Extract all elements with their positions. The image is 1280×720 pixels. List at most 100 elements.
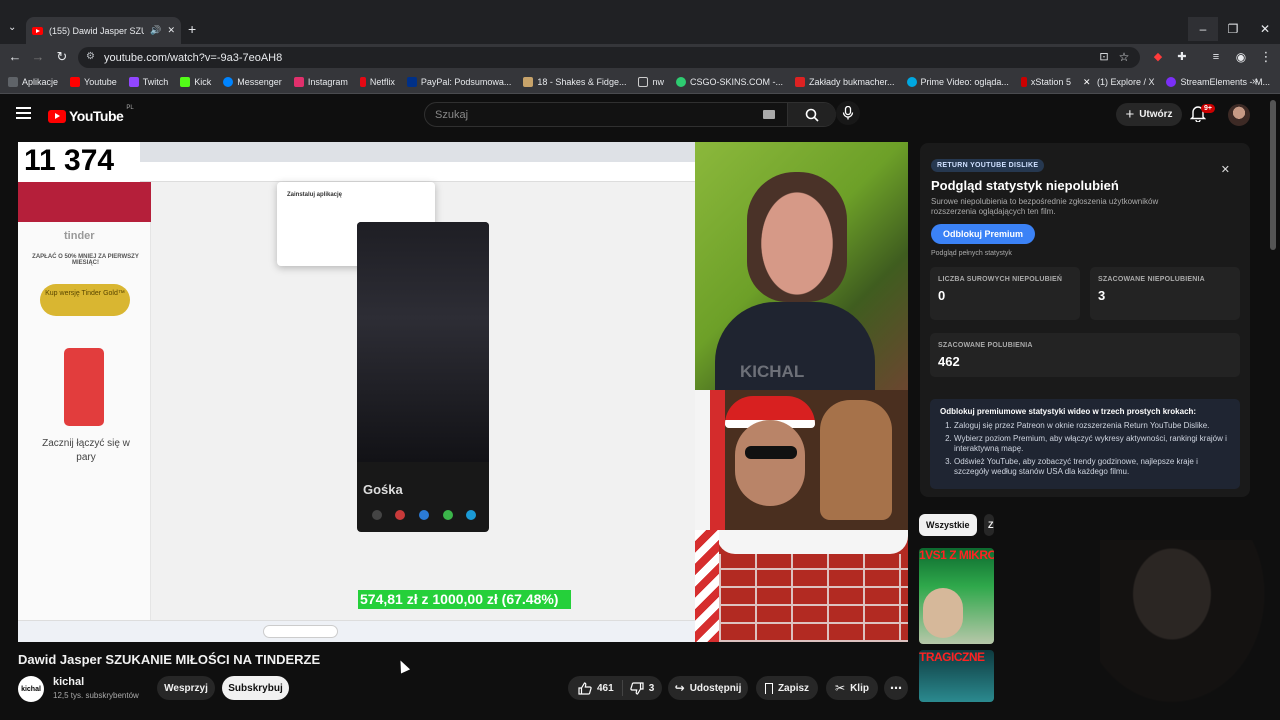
like-button[interactable]: 461: [568, 680, 623, 696]
chip-all[interactable]: Wszystkie: [919, 514, 977, 536]
recommended-video-thumbnail[interactable]: TRAGICZNE: [919, 650, 994, 702]
subscribe-button[interactable]: Subskrybuj: [222, 676, 289, 700]
unlock-premium-button[interactable]: Odblokuj Premium: [931, 224, 1036, 244]
voice-search-button[interactable]: [836, 101, 860, 125]
media-controls-icon[interactable]: ≡: [1208, 50, 1224, 64]
extension-red-icon[interactable]: ◆: [1150, 50, 1166, 64]
tinder-sidebar: tinder ZAPŁAĆ O 50% MNIEJ ZA PIERWSZY MI…: [18, 182, 151, 640]
youtube-header: YouTube PL + Utwórz: [0, 96, 1280, 134]
video-player[interactable]: tinder ZAPŁAĆ O 50% MNIEJ ZA PIERWSZY MI…: [18, 142, 908, 642]
chip-next[interactable]: Z: [984, 514, 994, 536]
bookmark-item[interactable]: nw: [638, 77, 664, 87]
close-icon[interactable]: ✕: [1221, 163, 1230, 176]
window-minimize-button[interactable]: –: [1188, 17, 1218, 41]
hamburger-menu-icon[interactable]: [16, 107, 31, 119]
bookmark-star-icon[interactable]: ☆: [1116, 50, 1132, 64]
share-button[interactable]: ↪ Udostępnij: [668, 676, 748, 700]
bookmark-item[interactable]: Twitch: [128, 77, 168, 87]
bookmark-item[interactable]: Aplikacje: [8, 77, 58, 87]
logo-region: PL: [126, 105, 134, 111]
promo-step: Wybierz poziom Premium, aby włączyć wykr…: [954, 434, 1230, 454]
streamer-head: [747, 172, 847, 302]
bookmark-item[interactable]: Kick: [180, 77, 211, 87]
tinder-promo-text: ZAPŁAĆ O 50% MNIEJ ZA PIERWSZY MIESIĄC!: [32, 254, 139, 266]
ryd-title: Podgląd statystyk niepolubień: [931, 178, 1119, 193]
bookmark-item[interactable]: PayPal: Podsumowa...: [406, 77, 511, 87]
browser-menu-icon[interactable]: ⋮: [1258, 50, 1274, 64]
streamer-webcam: KICHAL: [695, 142, 908, 390]
page-scrollbar[interactable]: [1270, 100, 1276, 250]
share-arrow-icon: ↪: [674, 681, 685, 695]
browser-tab-active[interactable]: (155) Dawid Jasper SZUKANIE 🔊 ✕: [26, 17, 181, 44]
forward-icon[interactable]: →: [30, 50, 46, 64]
bookmarks-bar: Aplikacje Youtube Twitch Kick Messenger …: [0, 71, 1280, 94]
account-avatar[interactable]: [1228, 104, 1250, 126]
bookmark-item[interactable]: Instagram: [293, 77, 348, 87]
speaker-icon[interactable]: 🔊: [150, 25, 161, 36]
notification-count-badge: 9+: [1201, 104, 1215, 113]
subscriber-count: 12,5 tys. subskrybentów: [53, 691, 139, 700]
folder-icon: [638, 77, 649, 87]
thumbnail-overlay-text: 1VS1 Z MIKRO: [919, 548, 994, 562]
tab-title: (155) Dawid Jasper SZUKANIE: [49, 25, 144, 36]
bookmark-favicon-icon: [675, 77, 686, 87]
stat-estimated-dislikes: SZACOWANE NIEPOLUBIENIA 3: [1090, 267, 1240, 320]
create-button[interactable]: + Utwórz: [1116, 103, 1182, 126]
tinder-logo: tinder: [64, 230, 95, 242]
search-button[interactable]: [787, 103, 836, 126]
captured-address-bar: [140, 162, 695, 182]
bookmark-item[interactable]: 18 - Shakes & Fidge...: [523, 77, 626, 87]
ryd-subtext[interactable]: Podgląd pełnych statystyk: [931, 250, 1239, 257]
install-app-icon[interactable]: ⊡: [1096, 50, 1112, 64]
bookmark-item[interactable]: Netflix: [359, 77, 395, 87]
bookmark-item[interactable]: ✕ (1) Explore / X: [1083, 77, 1155, 87]
video-title: Dawid Jasper SZUKANIE MIŁOŚCI NA TINDERZ…: [18, 652, 321, 667]
bookmark-favicon-icon: [906, 77, 917, 87]
bookmark-item[interactable]: xStation 5: [1020, 77, 1071, 87]
recommended-video-thumbnail[interactable]: 1VS1 Z MIKRO: [919, 548, 994, 644]
bookmark-item[interactable]: Youtube: [70, 77, 117, 87]
logo-text: YouTube: [69, 108, 124, 124]
bookmark-item[interactable]: Prime Video: ogląda...: [906, 77, 1009, 87]
profile-icon[interactable]: ◉: [1233, 50, 1249, 64]
profile-name: Gośka: [363, 482, 403, 497]
snow-cap: [717, 530, 908, 554]
more-actions-button[interactable]: ⋯: [884, 676, 908, 700]
search-box: [424, 102, 836, 127]
channel-avatar[interactable]: kichal: [18, 676, 44, 702]
bookmark-item[interactable]: Zakłady bukmacher...: [794, 77, 895, 87]
bookmark-favicon-icon: [128, 77, 139, 87]
bookmark-item[interactable]: CSGO-SKINS.COM -...: [675, 77, 783, 87]
thumbs-down-icon: [630, 681, 644, 695]
new-tab-button[interactable]: +: [188, 21, 196, 37]
address-bar[interactable]: ⚙ youtube.com/watch?v=-9a3-7eoAH8: [78, 47, 1140, 68]
save-button[interactable]: Zapisz: [756, 676, 818, 700]
extensions-puzzle-icon[interactable]: ✚: [1174, 50, 1190, 64]
youtube-logo[interactable]: YouTube PL: [48, 105, 134, 124]
thumbs-up-icon: [578, 681, 592, 695]
site-info-icon[interactable]: ⚙: [86, 51, 95, 62]
tab-list-dropdown-icon[interactable]: ⌄: [8, 22, 16, 33]
keyboard-icon[interactable]: [763, 110, 775, 119]
clip-button[interactable]: ✂ Klip: [826, 676, 878, 700]
more-bookmarks-icon[interactable]: »: [1252, 76, 1258, 87]
bookmark-item[interactable]: Messenger: [223, 77, 282, 87]
support-button[interactable]: Wesprzyj: [157, 676, 215, 700]
window-close-button[interactable]: ✕: [1250, 17, 1280, 41]
tab-close-icon[interactable]: ✕: [167, 25, 175, 36]
brick-chimney-overlay: [695, 530, 908, 642]
channel-name[interactable]: kichal: [53, 676, 84, 688]
bookmark-favicon-icon: [70, 77, 81, 87]
browser-toolbar: ← → ↻ ⚙ youtube.com/watch?v=-9a3-7eoAH8 …: [0, 44, 1280, 71]
back-icon[interactable]: ←: [7, 50, 23, 64]
dog-image: [820, 400, 892, 520]
captured-taskbar-search: [263, 625, 338, 638]
christmas-overlay: [695, 390, 908, 530]
window-maximize-button[interactable]: ❐: [1218, 17, 1248, 41]
reload-icon[interactable]: ↻: [54, 50, 70, 64]
dislike-button[interactable]: 3: [623, 681, 654, 695]
youtube-play-icon: [48, 109, 66, 123]
search-icon: [805, 108, 819, 122]
search-input[interactable]: [435, 107, 755, 123]
candy-cane-pole: [695, 530, 719, 642]
